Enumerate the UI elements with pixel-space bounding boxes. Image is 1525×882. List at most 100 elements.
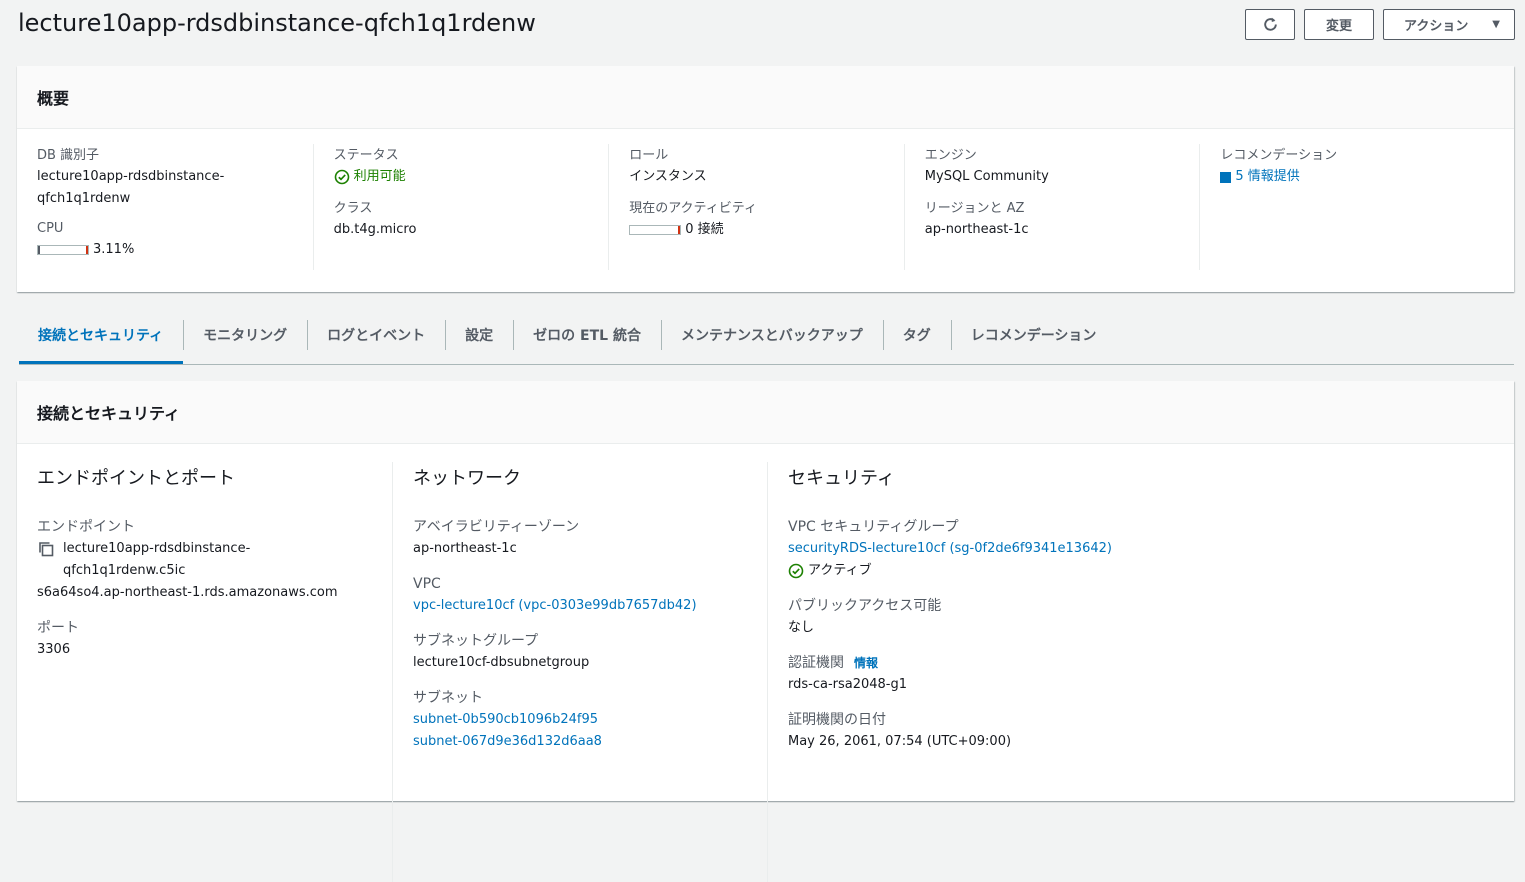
header-actions: 変更 アクション ▼ — [1245, 9, 1515, 40]
endpoint-line2: s6a64so4.ap-northeast-1.rds.amazonaws.co… — [37, 585, 338, 600]
connectivity-body: エンドポイントとポート エンドポイント lecture10app-rdsdbin… — [17, 444, 1514, 882]
ca-info-link[interactable]: 情報 — [854, 656, 878, 670]
ca-value: rds-ca-rsa2048-g1 — [788, 677, 908, 692]
connectivity-header: 接続とセキュリティ — [17, 381, 1514, 444]
cpu-meter-end — [86, 245, 88, 254]
modify-button[interactable]: 変更 — [1304, 9, 1374, 40]
security-column: セキュリティ VPC セキュリティグループ securityRDS-lectur… — [767, 462, 1142, 882]
db-identifier-value: lecture10app-rdsdbinstance- qfch1q1rdenw — [37, 166, 301, 210]
page-header: lecture10app-rdsdbinstance-qfch1q1rdenw … — [18, 8, 1515, 44]
ca-item: 認証機関 情報 rds-ca-rsa2048-g1 — [788, 652, 1122, 696]
connectivity-panel: 接続とセキュリティ エンドポイントとポート エンドポイント lecture10a… — [17, 381, 1514, 882]
activity-text: 0 接続 — [685, 222, 724, 237]
endpoint-column: エンドポイントとポート エンドポイント lecture10app-rdsdbin… — [17, 462, 392, 882]
summary-header: 概要 — [17, 66, 1514, 129]
vpc-label: VPC — [413, 576, 441, 592]
role-value: インスタンス — [629, 169, 707, 184]
az-item: アベイラビリティーゾーン ap-northeast-1c — [413, 516, 747, 560]
summary-body: DB 識別子 lecture10app-rdsdbinstance- qfch1… — [17, 129, 1514, 270]
copy-icon[interactable] — [37, 540, 55, 558]
tab-logs-events[interactable]: ログとイベント — [307, 320, 445, 350]
region-value: ap-northeast-1c — [924, 222, 1029, 237]
public-access-item: パブリックアクセス可能 なし — [788, 595, 1122, 639]
tab-connectivity-security[interactable]: 接続とセキュリティ — [19, 320, 184, 364]
tab-zero-etl[interactable]: ゼロの ETL 統合 — [513, 320, 661, 350]
db-identifier-line1: lecture10app-rdsdbinstance- — [37, 169, 225, 184]
region-label: リージョンと AZ — [924, 201, 1025, 216]
detail-tabs: 接続とセキュリティ モニタリング ログとイベント 設定 ゼロの ETL 統合 メ… — [19, 320, 1514, 365]
subnet-link-1[interactable]: subnet-0b590cb1096b24f95 — [413, 709, 747, 731]
endpoint-label: エンドポイント — [37, 519, 135, 535]
endpoint-line1: lecture10app-rdsdbinstance-qfch1q1rdenw.… — [63, 541, 251, 578]
class-value: db.t4g.micro — [333, 222, 417, 237]
ca-date-label: 証明機関の日付 — [788, 712, 886, 728]
tab-monitoring[interactable]: モニタリング — [183, 320, 307, 350]
security-group-status: アクティブ — [788, 560, 1122, 582]
refresh-button[interactable] — [1245, 9, 1295, 40]
activity-meter — [629, 224, 682, 235]
summary-col-engine: エンジン MySQL Community リージョンと AZ ap-northe… — [903, 144, 1200, 270]
engine-label: エンジン — [924, 148, 977, 163]
recommendations-label: レコメンデーション — [1220, 148, 1338, 163]
summary-col-status: ステータス 利用可能 クラス db.t4g.micro — [312, 144, 609, 270]
summary-col-recommendations: レコメンデーション 5 情報提供 — [1199, 144, 1495, 270]
public-access-value: なし — [788, 620, 815, 635]
summary-col-identifier: DB 識別子 lecture10app-rdsdbinstance- qfch1… — [17, 144, 313, 270]
caret-down-icon: ▼ — [1492, 19, 1500, 30]
subnet-group-value: lecture10cf-dbsubnetgroup — [413, 655, 590, 670]
db-identifier-line2: qfch1q1rdenw — [37, 191, 131, 206]
endpoint-item: エンドポイント lecture10app-rdsdbinstance-qfch1… — [37, 516, 372, 604]
actions-label: アクション — [1404, 19, 1469, 34]
check-circle-icon — [334, 169, 349, 185]
db-identifier-label: DB 識別子 — [37, 148, 100, 163]
security-group-label: VPC セキュリティグループ — [788, 519, 959, 535]
ca-label-row: 認証機関 情報 — [788, 652, 1122, 674]
subnet-group-item: サブネットグループ lecture10cf-dbsubnetgroup — [413, 630, 747, 674]
actions-dropdown-button[interactable]: アクション ▼ — [1383, 9, 1515, 40]
cpu-percent: 3.11% — [93, 242, 135, 257]
security-group-status-text: アクティブ — [808, 563, 872, 578]
cpu-value: 3.11% — [37, 239, 301, 261]
engine-value: MySQL Community — [924, 169, 1049, 184]
summary-panel: 概要 DB 識別子 lecture10app-rdsdbinstance- qf… — [17, 66, 1514, 292]
connectivity-title: 接続とセキュリティ — [37, 404, 181, 423]
tab-recommendations[interactable]: レコメンデーション — [950, 320, 1117, 350]
ca-label: 認証機関 — [788, 655, 844, 671]
status-label: ステータス — [333, 148, 399, 163]
status-value: 利用可能 — [334, 166, 597, 188]
subnet-group-label: サブネットグループ — [413, 633, 539, 649]
refresh-icon — [1263, 17, 1277, 31]
az-value: ap-northeast-1c — [413, 541, 517, 556]
endpoint-value: lecture10app-rdsdbinstance-qfch1q1rdenw.… — [37, 538, 372, 604]
public-access-label: パブリックアクセス可能 — [788, 598, 942, 614]
activity-meter-end — [678, 225, 681, 234]
vpc-link[interactable]: vpc-lecture10cf (vpc-0303e99db7657db42) — [413, 595, 747, 617]
port-value: 3306 — [37, 642, 71, 657]
tab-configuration[interactable]: 設定 — [445, 320, 513, 350]
summary-title: 概要 — [37, 89, 70, 108]
tab-maintenance-backup[interactable]: メンテナンスとバックアップ — [660, 320, 883, 350]
cpu-label: CPU — [37, 221, 64, 236]
recommendations-count[interactable]: 5 情報提供 — [1235, 166, 1299, 188]
page-title: lecture10app-rdsdbinstance-qfch1q1rdenw — [18, 9, 536, 37]
status-text: 利用可能 — [353, 169, 406, 184]
subnet-link-2[interactable]: subnet-067d9e36d132d6aa8 — [413, 731, 747, 753]
info-square-icon — [1220, 171, 1232, 183]
network-section-title: ネットワーク — [413, 468, 521, 489]
security-section-title: セキュリティ — [788, 468, 895, 489]
recommendations-link[interactable]: 5 情報提供 — [1220, 166, 1483, 188]
cpu-meter-fill — [38, 245, 40, 254]
class-label: クラス — [333, 201, 373, 216]
network-column: ネットワーク アベイラビリティーゾーン ap-northeast-1c VPC … — [392, 462, 767, 882]
security-group-link[interactable]: securityRDS-lecture10cf (sg-0f2de6f9341e… — [788, 538, 1122, 560]
activity-value: 0 接続 — [629, 219, 892, 241]
endpoint-section-title: エンドポイントとポート — [37, 468, 235, 489]
tab-tags[interactable]: タグ — [882, 320, 951, 350]
check-circle-icon — [788, 563, 804, 579]
port-label: ポート — [37, 620, 79, 636]
subnets-item: サブネット subnet-0b590cb1096b24f95 subnet-06… — [413, 687, 747, 753]
ca-date-value: May 26, 2061, 07:54 (UTC+09:00) — [788, 734, 1012, 749]
summary-col-role: ロール インスタンス 現在のアクティビティ 0 接続 — [608, 144, 904, 270]
activity-label: 現在のアクティビティ — [629, 201, 757, 216]
role-label: ロール — [629, 148, 669, 163]
